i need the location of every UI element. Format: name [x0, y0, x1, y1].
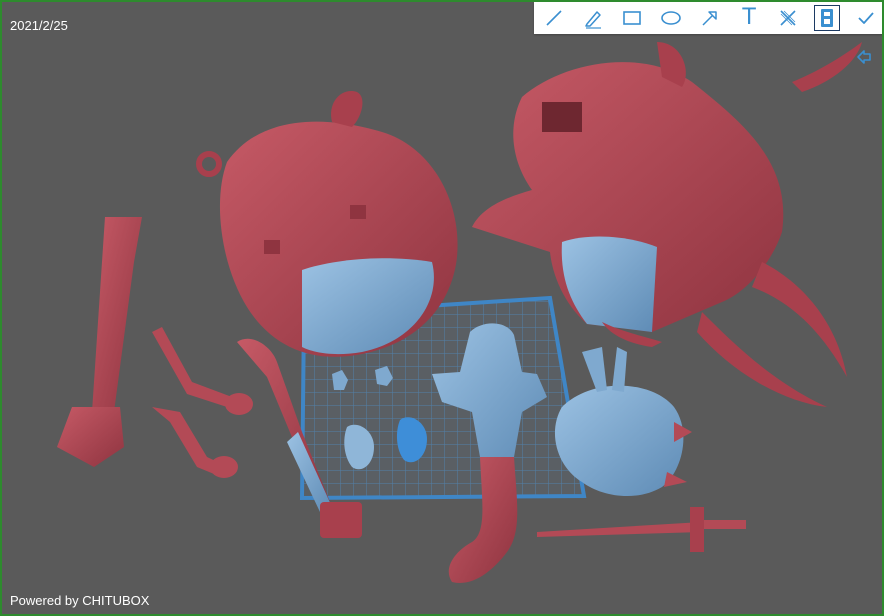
pen-tool[interactable] — [573, 2, 612, 34]
model-small-parts[interactable] — [152, 327, 253, 478]
model-creature-head[interactable] — [554, 347, 692, 497]
capture-date: 2021/2/25 — [10, 18, 68, 33]
ellipse-icon — [661, 11, 681, 25]
line-tool[interactable] — [534, 2, 573, 34]
model-spear-piece[interactable] — [57, 217, 142, 467]
rectangle-tool[interactable] — [612, 2, 651, 34]
mosaic-icon — [780, 10, 796, 26]
save-tool[interactable] — [808, 2, 847, 34]
checkmark-icon — [858, 12, 875, 24]
text-tool[interactable]: T — [730, 2, 769, 34]
collapse-left-arrow-icon — [857, 50, 871, 64]
collapse-panel-button[interactable] — [854, 46, 874, 68]
powered-by-label: Powered by CHITUBOX — [10, 593, 150, 608]
rectangle-icon — [622, 11, 641, 25]
3d-scene[interactable] — [2, 2, 884, 616]
save-icon — [814, 5, 841, 31]
model-viewport[interactable]: 2021/2/25 Powered by CHITUBOX T — [0, 0, 884, 616]
arrow-icon — [702, 11, 717, 26]
model-shell-left[interactable] — [196, 91, 458, 357]
model-sword[interactable] — [537, 507, 746, 552]
annotation-toolbar: T — [534, 2, 882, 34]
mosaic-tool[interactable] — [769, 2, 808, 34]
confirm-tool[interactable] — [847, 2, 882, 34]
line-icon — [545, 10, 562, 26]
pen-icon — [584, 11, 601, 29]
arrow-tool[interactable] — [690, 2, 729, 34]
ellipse-tool[interactable] — [651, 2, 690, 34]
text-icon: T — [742, 5, 756, 30]
